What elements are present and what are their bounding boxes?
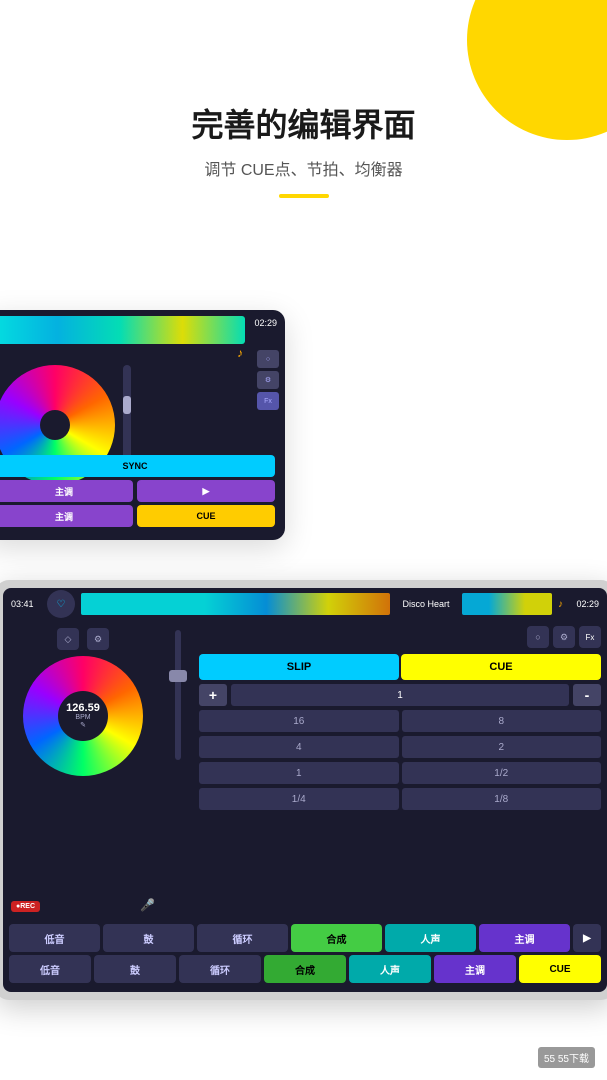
right-icons-row: ○ ⚙ Fx — [199, 626, 601, 648]
minus-button[interactable]: - — [573, 684, 601, 706]
cue-btn-row2[interactable]: CUE — [519, 955, 601, 983]
tablet-top-screen: 02:29 ♪ ○ ⚙ Fx SYNC 主调 ▶ 主调 CU — [0, 310, 285, 540]
grid-cell-2[interactable]: 2 — [402, 736, 602, 758]
settings-icon-btn[interactable]: ⚙ — [87, 628, 109, 650]
tablet-btns: SYNC 主调 ▶ 主调 CUE — [0, 455, 275, 530]
diamond-icon-btn[interactable]: ◇ — [57, 628, 79, 650]
btn-row-2: 主调 ▶ — [0, 480, 275, 502]
grid-row-2: 4 2 — [199, 736, 601, 758]
loop-btn-1[interactable]: 循环 — [197, 924, 288, 952]
key-button-top-2[interactable]: 主调 — [0, 505, 133, 527]
disc-center-bottom: 126.59 BPM ✎ — [58, 691, 108, 741]
drum-btn-2[interactable]: 鼓 — [94, 955, 176, 983]
tablet-bottom: 03:41 ♡ Disco Heart ♪ 02:29 ◇ ⚙ 126.59 B… — [0, 580, 607, 1000]
key-btn-1[interactable]: 主调 — [479, 924, 570, 952]
plus-minus-row: + 1 - — [199, 684, 601, 706]
page-subtitle: 调节 CUE点、节拍、均衡器 — [0, 156, 607, 180]
time-left-display: 03:41 — [11, 599, 41, 609]
bpm-number: 126.59 — [66, 703, 100, 714]
watermark-text: 55 55下载 — [544, 1054, 589, 1065]
fader-track-center — [175, 630, 181, 760]
center-fader[interactable] — [163, 620, 193, 920]
track-name-display: Disco Heart — [396, 599, 456, 609]
bpm-label: BPM — [75, 714, 90, 721]
drum-btn-1[interactable]: 鼓 — [103, 924, 194, 952]
slip-cue-row: SLIP CUE — [199, 654, 601, 680]
synth-btn-2[interactable]: 合成 — [264, 955, 346, 983]
bass-btn-2[interactable]: 低音 — [9, 955, 91, 983]
grid-row-4: 1/4 1/8 — [199, 788, 601, 810]
bottom-btn-row-1: 低音 鼓 循环 合成 人声 主调 ▶ — [9, 924, 601, 952]
grid-cell-eighth[interactable]: 1/8 — [402, 788, 602, 810]
loop-btn-2[interactable]: 循环 — [179, 955, 261, 983]
btn-row-sync: SYNC — [0, 455, 275, 477]
tablet-top: 02:29 ♪ ○ ⚙ Fx SYNC 主调 ▶ 主调 CU — [0, 310, 285, 540]
waveform-right-bottom — [462, 593, 552, 615]
grid-cell-4[interactable]: 4 — [199, 736, 399, 758]
vocal-btn-2[interactable]: 人声 — [349, 955, 431, 983]
grid-row-1: 16 8 — [199, 710, 601, 732]
bottom-main-area: ◇ ⚙ 126.59 BPM ✎ ●REC 🎤 — [3, 620, 607, 920]
grid-row-3: 1 1/2 — [199, 762, 601, 784]
music-note-icon-top: ♪ — [237, 346, 243, 360]
rec-button[interactable]: ●REC — [11, 901, 40, 912]
beat-value: 1 — [231, 684, 569, 706]
fx-icon-right[interactable]: Fx — [579, 626, 601, 648]
btn-row-3: 主调 CUE — [0, 505, 275, 527]
music-note-icon-bottom: ♪ — [558, 599, 563, 610]
top-section: 完善的编辑界面 调节 CUE点、节拍、均衡器 — [0, 100, 607, 228]
key-button-top[interactable]: 主调 — [0, 480, 133, 502]
cue-button-bottom[interactable]: CUE — [401, 654, 601, 680]
grid-cell-half[interactable]: 1/2 — [402, 762, 602, 784]
mic-icon[interactable]: 🎤 — [140, 898, 155, 912]
time-right-display: 02:29 — [569, 599, 599, 609]
sync-button[interactable]: SYNC — [0, 455, 275, 477]
page-title: 完善的编辑界面 — [0, 100, 607, 146]
bottom-top-bar: 03:41 ♡ Disco Heart ♪ 02:29 — [3, 588, 607, 620]
time-display-top: 02:29 — [254, 318, 277, 328]
synth-btn-1[interactable]: 合成 — [291, 924, 382, 952]
loop-icon-right[interactable]: ○ — [527, 626, 549, 648]
play-button-top[interactable]: ▶ — [137, 480, 275, 502]
fx-ctrl-btn[interactable]: Fx — [257, 392, 279, 410]
fader-knob-center — [169, 670, 187, 682]
bottom-buttons-area: 低音 鼓 循环 合成 人声 主调 ▶ 低音 鼓 循环 合成 人声 主调 CUE — [3, 920, 607, 992]
vocal-btn-1[interactable]: 人声 — [385, 924, 476, 952]
fader-top[interactable] — [123, 365, 131, 465]
bpm-edit-icon: ✎ — [80, 721, 86, 729]
cue-button-top[interactable]: CUE — [137, 505, 275, 527]
grid-cell-quarter[interactable]: 1/4 — [199, 788, 399, 810]
grid-cell-8[interactable]: 8 — [402, 710, 602, 732]
bass-btn-1[interactable]: 低音 — [9, 924, 100, 952]
icon-row-bottom: ◇ ⚙ — [57, 628, 109, 650]
tablet-bottom-screen: 03:41 ♡ Disco Heart ♪ 02:29 ◇ ⚙ 126.59 B… — [3, 588, 607, 992]
play-btn-1[interactable]: ▶ — [573, 924, 601, 952]
right-panel: ○ ⚙ Fx SLIP CUE + 1 - 16 8 — [193, 620, 607, 920]
yellow-divider — [279, 194, 329, 198]
grid-cell-1[interactable]: 1 — [199, 762, 399, 784]
left-panel: ◇ ⚙ 126.59 BPM ✎ ●REC 🎤 — [3, 620, 163, 920]
key-btn-2[interactable]: 主调 — [434, 955, 516, 983]
fader-handle-top — [123, 396, 131, 414]
plus-button[interactable]: + — [199, 684, 227, 706]
eq-ctrl-btn[interactable]: ⚙ — [257, 371, 279, 389]
loop-ctrl-btn[interactable]: ○ — [257, 350, 279, 368]
bottom-btn-row-2: 低音 鼓 循环 合成 人声 主调 CUE — [9, 955, 601, 983]
eq-icon-right[interactable]: ⚙ — [553, 626, 575, 648]
heartbeat-icon: ♡ — [47, 590, 75, 618]
slip-button[interactable]: SLIP — [199, 654, 399, 680]
turntable-disc-bottom[interactable]: 126.59 BPM ✎ — [23, 656, 143, 776]
controls-row-top: ○ ⚙ Fx — [257, 350, 279, 410]
grid-cell-16[interactable]: 16 — [199, 710, 399, 732]
waveform-left-bottom — [81, 593, 390, 615]
waveform-top — [0, 316, 245, 344]
watermark: 55 55下载 — [538, 1047, 595, 1068]
disc-center-top — [40, 410, 70, 440]
